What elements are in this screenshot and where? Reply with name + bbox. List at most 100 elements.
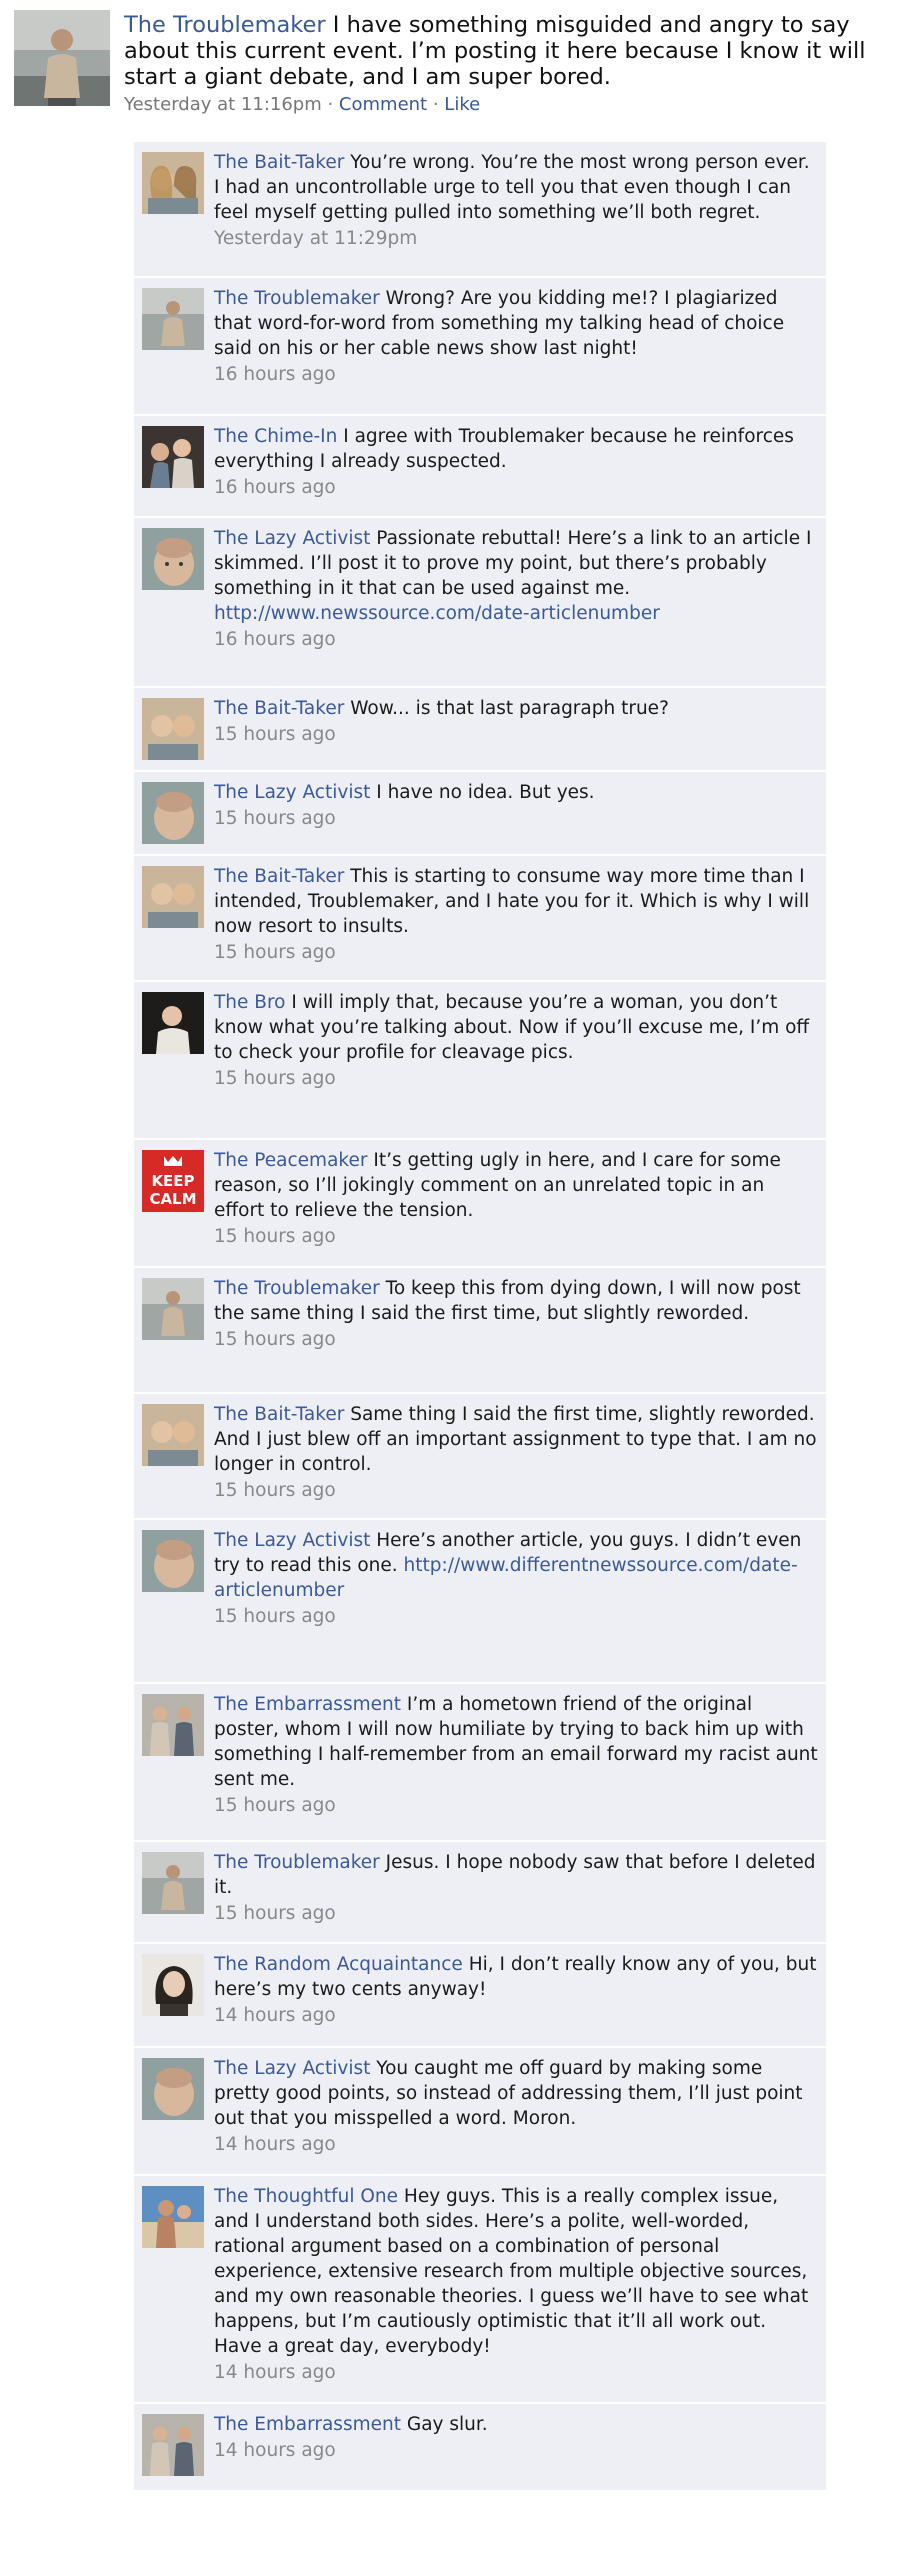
- comment-author-link[interactable]: The Lazy Activist: [214, 2058, 370, 2079]
- comment-text: The Lazy Activist You caught me off guar…: [214, 2056, 818, 2131]
- lazy-activist-avatar[interactable]: [142, 2058, 204, 2120]
- comment-item: The Lazy Activist Passionate rebuttal! H…: [134, 518, 826, 688]
- comment-text: The Bait-Taker Same thing I said the fir…: [214, 1402, 818, 1477]
- keep-calm-poster-image: KEEP CALM: [142, 1150, 204, 1212]
- comment-text: The Bait-Taker Wow... is that last parag…: [214, 696, 818, 721]
- comment-author-link[interactable]: The Troublemaker: [214, 1852, 380, 1873]
- keep-text: KEEP: [151, 1172, 194, 1190]
- comment-text: The Bait-Taker You’re wrong. You’re the …: [214, 150, 818, 225]
- troublemaker-avatar[interactable]: [14, 10, 110, 106]
- bait-taker-avatar[interactable]: [142, 866, 204, 928]
- comment-timestamp: 16 hours ago: [214, 629, 336, 650]
- embarrassment-avatar[interactable]: [142, 2414, 204, 2476]
- article-link[interactable]: http://www.newssource.com/date-articlenu…: [214, 603, 660, 624]
- like-link[interactable]: Like: [444, 94, 480, 115]
- comment-author-link[interactable]: The Peacemaker: [214, 1150, 367, 1171]
- meta-separator: ·: [427, 94, 445, 115]
- bait-taker-avatar-image: [142, 866, 204, 928]
- comment-author-link[interactable]: The Lazy Activist: [214, 1530, 370, 1551]
- comment-item: The Troublemaker To keep this from dying…: [134, 1268, 826, 1394]
- comment-text: The Embarrassment I’m a hometown friend …: [214, 1692, 818, 1792]
- comment-author-link[interactable]: The Bro: [214, 992, 286, 1013]
- troublemaker-avatar[interactable]: [142, 1278, 204, 1340]
- lazy-activist-avatar[interactable]: [142, 528, 204, 590]
- bait-taker-avatar[interactable]: [142, 1404, 204, 1466]
- comment-author-link[interactable]: The Lazy Activist: [214, 528, 370, 549]
- comment-timestamp: 15 hours ago: [214, 1329, 336, 1350]
- comment-text: The Random Acquaintance Hi, I don’t real…: [214, 1952, 818, 2002]
- troublemaker-avatar[interactable]: [142, 1852, 204, 1914]
- bait-taker-avatar-image: [142, 1404, 204, 1466]
- comment-timestamp: 15 hours ago: [214, 1480, 336, 1501]
- lazy-activist-avatar[interactable]: [142, 1530, 204, 1592]
- comment-item: The Lazy Activist I have no idea. But ye…: [134, 772, 826, 856]
- comment-text: The Troublemaker To keep this from dying…: [214, 1276, 818, 1326]
- comment-text: The Thoughtful One Hey guys. This is a r…: [214, 2184, 818, 2359]
- comment-item: The Chime-In I agree with Troublemaker b…: [134, 416, 826, 518]
- comment-item: KEEP CALM The Peacemaker It’s getting ug…: [134, 1140, 826, 1268]
- post-meta: Yesterday at 11:16pm · Comment · Like: [124, 94, 874, 115]
- comment-author-link[interactable]: The Bait-Taker: [214, 152, 344, 173]
- chime-in-avatar[interactable]: [142, 426, 204, 488]
- troublemaker-avatar-image: [142, 1278, 204, 1340]
- comment-author-link[interactable]: The Troublemaker: [214, 1278, 380, 1299]
- comment-author-link[interactable]: The Random Acquaintance: [214, 1954, 463, 1975]
- facebook-thread: The Troublemaker I have something misgui…: [0, 0, 899, 2560]
- lazy-activist-avatar-image: [142, 2058, 204, 2120]
- comment-text: The Peacemaker It’s getting ugly in here…: [214, 1148, 818, 1223]
- troublemaker-avatar[interactable]: [142, 288, 204, 350]
- comment-timestamp: 15 hours ago: [214, 1606, 336, 1627]
- comment-author-link[interactable]: The Lazy Activist: [214, 782, 370, 803]
- comment-timestamp: Yesterday at 11:29pm: [214, 228, 418, 249]
- embarrassment-avatar-image: [142, 1694, 204, 1756]
- comment-timestamp: 15 hours ago: [214, 1068, 336, 1089]
- embarrassment-avatar[interactable]: [142, 1694, 204, 1756]
- comment-timestamp: 15 hours ago: [214, 1226, 336, 1247]
- lazy-activist-avatar-image: [142, 528, 204, 590]
- comment-item: The Lazy Activist You caught me off guar…: [134, 2048, 826, 2176]
- bait-taker-avatar[interactable]: [142, 152, 204, 214]
- comment-author-link[interactable]: The Bait-Taker: [214, 866, 344, 887]
- comment-author-link[interactable]: The Thoughtful One: [214, 2186, 398, 2207]
- bait-taker-avatar-image: [142, 698, 204, 760]
- comment-item: The Bait-Taker Wow... is that last parag…: [134, 688, 826, 772]
- comment-author-link[interactable]: The Embarrassment: [214, 1694, 401, 1715]
- troublemaker-avatar-image: [14, 10, 110, 106]
- comment-item: The Thoughtful One Hey guys. This is a r…: [134, 2176, 826, 2404]
- troublemaker-avatar-image: [142, 288, 204, 350]
- comment-author-link[interactable]: The Bait-Taker: [214, 1404, 344, 1425]
- random-acquaintance-avatar-image: [142, 1954, 204, 2016]
- comment-timestamp: 16 hours ago: [214, 477, 336, 498]
- comment-timestamp: 15 hours ago: [214, 942, 336, 963]
- comment-body: I have no idea. But yes.: [376, 782, 595, 803]
- troublemaker-avatar-image: [142, 1852, 204, 1914]
- comment-timestamp: 14 hours ago: [214, 2134, 336, 2155]
- comment-item: The Embarrassment I’m a hometown friend …: [134, 1684, 826, 1842]
- comment-timestamp: 14 hours ago: [214, 2005, 336, 2026]
- comment-timestamp: 15 hours ago: [214, 1795, 336, 1816]
- lazy-activist-avatar-image: [142, 1530, 204, 1592]
- peacemaker-avatar[interactable]: KEEP CALM: [142, 1150, 204, 1212]
- chime-in-avatar-image: [142, 426, 204, 488]
- comment-author-link[interactable]: The Chime-In: [214, 426, 337, 447]
- comment-timestamp: 15 hours ago: [214, 808, 336, 829]
- thoughtful-one-avatar[interactable]: [142, 2186, 204, 2248]
- bro-avatar[interactable]: [142, 992, 204, 1054]
- lazy-activist-avatar[interactable]: [142, 782, 204, 844]
- bait-taker-avatar-image: [142, 152, 204, 214]
- comment-timestamp: 15 hours ago: [214, 1903, 336, 1924]
- bait-taker-avatar[interactable]: [142, 698, 204, 760]
- comment-text: The Embarrassment Gay slur.: [214, 2412, 818, 2437]
- comment-item: The Troublemaker Wrong? Are you kidding …: [134, 278, 826, 416]
- comment-timestamp: 16 hours ago: [214, 364, 336, 385]
- comment-body: Wow... is that last paragraph true?: [350, 698, 669, 719]
- comment-author-link[interactable]: The Troublemaker: [214, 288, 380, 309]
- comment-author-link[interactable]: The Embarrassment: [214, 2414, 401, 2435]
- comment-link[interactable]: Comment: [339, 94, 427, 115]
- comment-text: The Bait-Taker This is starting to consu…: [214, 864, 818, 939]
- random-acquaintance-avatar[interactable]: [142, 1954, 204, 2016]
- comment-author-link[interactable]: The Bait-Taker: [214, 698, 344, 719]
- post-text: The Troublemaker I have something misgui…: [124, 12, 874, 90]
- post-author-link[interactable]: The Troublemaker: [124, 12, 326, 38]
- comment-timestamp: 14 hours ago: [214, 2362, 336, 2383]
